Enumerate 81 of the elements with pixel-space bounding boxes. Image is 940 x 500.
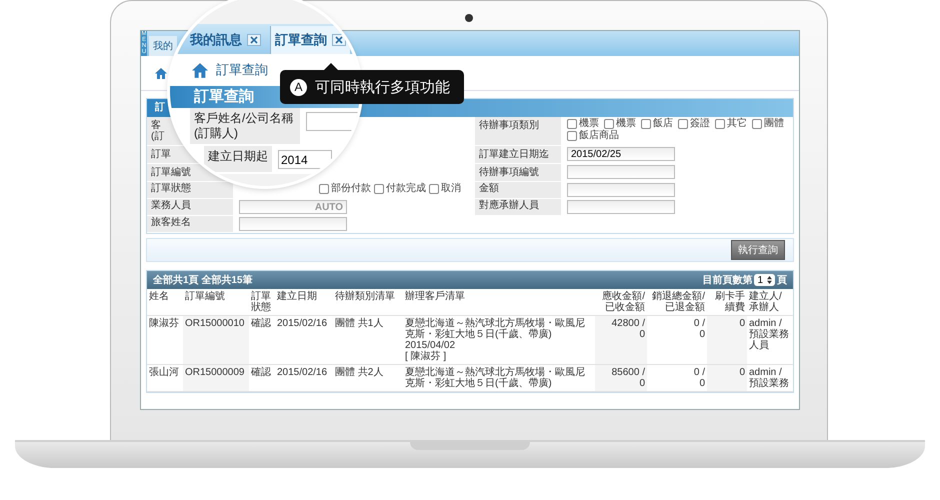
checkbox-label: 其它: [727, 118, 747, 129]
checkbox-label: 簽證: [690, 118, 710, 129]
table-cell: 2015/02/16: [275, 316, 333, 364]
table-cell: OR15000010: [183, 316, 249, 364]
checkbox-label: 飯店: [653, 118, 673, 129]
field-label: 對應承辦人員: [479, 200, 539, 211]
step-badge: A: [290, 78, 307, 96]
column-header: 建立日期: [275, 289, 333, 316]
field-label: 建立日期起: [204, 146, 272, 172]
table-cell: admin / 預設業務: [747, 364, 793, 392]
pager-label: 目前頁數第: [702, 274, 752, 287]
table-cell: 42800 / 0: [595, 316, 647, 364]
checkbox-label: 機票: [579, 118, 599, 129]
checkbox[interactable]: [429, 184, 439, 194]
checkbox[interactable]: [641, 118, 651, 128]
table-cell: admin / 預設業務人員: [747, 316, 793, 364]
checkbox[interactable]: [374, 184, 384, 194]
column-header: 應收金額/已收金額: [595, 289, 647, 316]
checkbox[interactable]: [567, 118, 577, 128]
table-cell: 團體 共2人: [333, 364, 403, 392]
checkbox[interactable]: [752, 118, 762, 128]
close-icon[interactable]: [247, 34, 261, 46]
input-field[interactable]: AUTO: [239, 200, 347, 214]
close-icon[interactable]: [332, 34, 346, 46]
home-icon[interactable]: [192, 62, 208, 78]
column-header: 銷退總金額/已退金額: [647, 289, 707, 316]
checkbox-label: 付款完成: [386, 183, 426, 194]
column-header: 姓名: [147, 289, 183, 316]
table-cell: 確認: [249, 316, 275, 364]
pager-label: 頁: [777, 274, 787, 287]
column-header: 刷卡手續費: [707, 289, 747, 316]
field-label: 待辦事項類別: [479, 120, 539, 131]
field-label: 客戶姓名/公司名稱(訂購人): [190, 108, 300, 144]
checkbox-label: 團體: [764, 118, 784, 129]
tab[interactable]: 我的: [149, 36, 177, 56]
field-label: 訂單: [151, 149, 171, 160]
results-summary: 全部共1頁 全部共15筆: [153, 274, 252, 287]
field-label: 待辦事項編號: [479, 167, 539, 178]
checkbox[interactable]: [319, 184, 329, 194]
table-cell: 2015/02/16: [275, 364, 333, 392]
column-header: 建立人/承辦人: [747, 289, 793, 316]
input-field[interactable]: [567, 183, 675, 197]
field-label: 訂單編號: [151, 167, 191, 178]
field-label: 金額: [479, 183, 499, 194]
field-label: 客 (訂: [151, 120, 164, 142]
tab[interactable]: 我的訊息: [186, 26, 265, 54]
checkbox[interactable]: [604, 118, 614, 128]
search-button[interactable]: 執行查詢: [731, 240, 785, 260]
input-field[interactable]: [567, 165, 675, 179]
checkbox-label: 飯店商品: [579, 130, 619, 141]
checkbox[interactable]: [567, 130, 577, 140]
field-label: 業務人員: [151, 200, 191, 211]
table-cell: 85600 / 0: [595, 364, 647, 392]
spinner-icon: [767, 276, 772, 284]
column-header: 辦理客戶清單: [403, 289, 595, 316]
field-label: 旅客姓名: [151, 217, 191, 228]
checkbox-label: 機票: [616, 118, 636, 129]
input-field[interactable]: [239, 217, 347, 231]
home-icon[interactable]: [155, 68, 167, 78]
table-cell: 0: [707, 364, 747, 392]
input-field[interactable]: [567, 200, 675, 214]
field-label: 訂單狀態: [151, 183, 191, 194]
table-cell: 團體 共1人: [333, 316, 403, 364]
field-label: 訂單建立日期迄: [479, 149, 549, 160]
page-select[interactable]: 1: [754, 274, 775, 286]
column-header: 訂單狀態: [249, 289, 275, 316]
breadcrumb[interactable]: 訂單查詢: [216, 61, 268, 79]
checkbox-label: 取消: [441, 183, 461, 194]
checkbox[interactable]: [678, 118, 688, 128]
tab[interactable]: 訂單查詢: [270, 26, 350, 54]
table-cell: OR15000009: [183, 364, 249, 392]
table-cell: 確認: [249, 364, 275, 392]
column-header: 待辦類別清單: [333, 289, 403, 316]
checkbox[interactable]: [715, 118, 725, 128]
camera-icon: [465, 14, 473, 22]
table-cell: 0: [707, 316, 747, 364]
input-field[interactable]: [306, 112, 360, 131]
column-header: 訂單編號: [183, 289, 249, 316]
checkbox-label: 部份付款: [331, 183, 371, 194]
input-field[interactable]: 2015/02/25: [567, 147, 675, 161]
input-field[interactable]: 2014: [278, 150, 332, 169]
